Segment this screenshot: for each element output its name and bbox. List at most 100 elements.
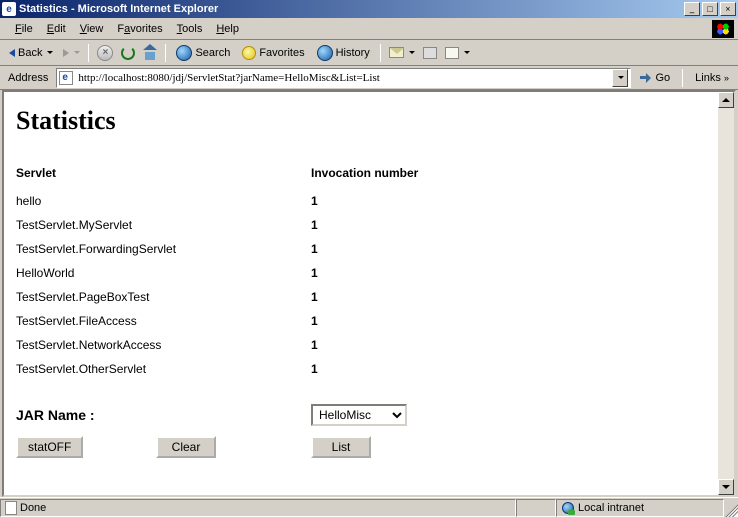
back-arrow-icon xyxy=(9,49,15,57)
print-button[interactable] xyxy=(420,45,440,61)
dropdown-icon xyxy=(74,51,80,54)
refresh-button[interactable] xyxy=(118,44,138,62)
invocation-count: 1 xyxy=(311,194,511,208)
status-main: Done xyxy=(0,499,516,517)
search-icon xyxy=(176,45,192,61)
dropdown-icon xyxy=(464,51,470,54)
invocation-count: 1 xyxy=(311,266,511,280)
arrow-down-icon xyxy=(722,485,730,489)
address-label: Address xyxy=(4,72,52,84)
separator xyxy=(682,69,683,87)
menu-tools[interactable]: Tools xyxy=(170,21,210,37)
col-servlet: Servlet xyxy=(16,166,311,180)
menubar: File Edit View Favorites Tools Help xyxy=(0,18,738,40)
edit-button[interactable] xyxy=(442,45,473,61)
menu-view[interactable]: View xyxy=(73,21,111,37)
address-dropdown[interactable] xyxy=(612,69,628,87)
menu-file[interactable]: File xyxy=(8,21,40,37)
separator xyxy=(165,44,166,62)
content-wrap: Statistics Servlet Invocation number hel… xyxy=(2,90,736,497)
dropdown-icon xyxy=(47,51,53,54)
address-field-wrap xyxy=(56,68,631,88)
invocation-count: 1 xyxy=(311,362,511,376)
table-row: TestServlet.OtherServlet1 xyxy=(16,362,706,376)
edit-icon xyxy=(445,47,459,59)
list-button[interactable]: List xyxy=(311,436,371,458)
minimize-button[interactable]: _ xyxy=(684,2,700,16)
scrollbar[interactable] xyxy=(718,92,734,495)
invocation-count: 1 xyxy=(311,242,511,256)
menu-edit[interactable]: Edit xyxy=(40,21,73,37)
back-label: Back xyxy=(18,47,42,59)
scroll-down-button[interactable] xyxy=(718,479,734,495)
history-button[interactable]: History xyxy=(312,43,375,63)
back-button[interactable]: Back xyxy=(4,45,58,61)
go-label: Go xyxy=(655,72,670,84)
stop-button[interactable]: × xyxy=(94,43,116,63)
servlet-name: TestServlet.PageBoxTest xyxy=(16,290,311,304)
status-text: Done xyxy=(20,502,46,514)
table-row: TestServlet.ForwardingServlet1 xyxy=(16,242,706,256)
history-icon xyxy=(317,45,333,61)
search-label: Search xyxy=(195,47,230,59)
favorites-icon xyxy=(242,46,256,60)
scroll-up-button[interactable] xyxy=(718,92,734,108)
close-button[interactable]: × xyxy=(720,2,736,16)
maximize-button[interactable]: □ xyxy=(702,2,718,16)
servlet-name: HelloWorld xyxy=(16,266,311,280)
favorites-label: Favorites xyxy=(259,47,304,59)
servlet-name: hello xyxy=(16,194,311,208)
table-row: TestServlet.FileAccess1 xyxy=(16,314,706,328)
home-button[interactable] xyxy=(140,44,160,62)
search-button[interactable]: Search xyxy=(171,43,235,63)
mail-button[interactable] xyxy=(386,45,418,60)
invocation-count: 1 xyxy=(311,338,511,352)
clear-button[interactable]: Clear xyxy=(156,436,216,458)
table-row: TestServlet.PageBoxTest1 xyxy=(16,290,706,304)
favorites-button[interactable]: Favorites xyxy=(237,44,309,62)
refresh-icon xyxy=(121,46,135,60)
ie-icon: e xyxy=(2,2,16,16)
statusbar: Done Local intranet xyxy=(0,497,738,517)
mail-icon xyxy=(389,47,404,58)
page-icon xyxy=(59,71,73,85)
history-label: History xyxy=(336,47,370,59)
dropdown-icon xyxy=(409,51,415,54)
jar-name-select[interactable]: HelloMisc xyxy=(311,404,407,426)
page-content: Statistics Servlet Invocation number hel… xyxy=(4,92,718,495)
scroll-track[interactable] xyxy=(718,108,734,479)
table-row: HelloWorld1 xyxy=(16,266,706,280)
menu-favorites[interactable]: Favorites xyxy=(110,21,169,37)
links-button[interactable]: Links » xyxy=(690,70,734,86)
jar-name-label: JAR Name : xyxy=(16,407,311,423)
forward-arrow-icon xyxy=(63,49,69,57)
chevron-down-icon xyxy=(618,76,624,79)
resize-grip[interactable] xyxy=(724,499,738,517)
toolbar: Back × Search Favorites History xyxy=(0,40,738,66)
document-icon xyxy=(5,501,17,515)
statoff-button[interactable]: statOFF xyxy=(16,436,83,458)
menu-help[interactable]: Help xyxy=(209,21,246,37)
table-row: TestServlet.MyServlet1 xyxy=(16,218,706,232)
window-title: Statistics - Microsoft Internet Explorer xyxy=(19,3,684,15)
zone-text: Local intranet xyxy=(578,502,644,514)
page-heading: Statistics xyxy=(16,106,706,136)
servlet-name: TestServlet.FileAccess xyxy=(16,314,311,328)
servlet-name: TestServlet.OtherServlet xyxy=(16,362,311,376)
forward-button[interactable] xyxy=(60,47,83,59)
go-button[interactable]: Go xyxy=(635,70,675,86)
arrow-up-icon xyxy=(722,98,730,102)
go-arrow-icon xyxy=(640,72,652,84)
servlet-name: TestServlet.ForwardingServlet xyxy=(16,242,311,256)
home-icon xyxy=(143,46,157,60)
address-input[interactable] xyxy=(76,70,612,86)
servlet-name: TestServlet.MyServlet xyxy=(16,218,311,232)
stat-table: Servlet Invocation number hello1TestServ… xyxy=(16,166,706,376)
col-invocation: Invocation number xyxy=(311,166,511,180)
intranet-icon xyxy=(561,501,575,515)
servlet-name: TestServlet.NetworkAccess xyxy=(16,338,311,352)
form-area: JAR Name : HelloMisc statOFF Clear List xyxy=(16,404,706,458)
table-row: TestServlet.NetworkAccess1 xyxy=(16,338,706,352)
table-header: Servlet Invocation number xyxy=(16,166,706,180)
titlebar: e Statistics - Microsoft Internet Explor… xyxy=(0,0,738,18)
